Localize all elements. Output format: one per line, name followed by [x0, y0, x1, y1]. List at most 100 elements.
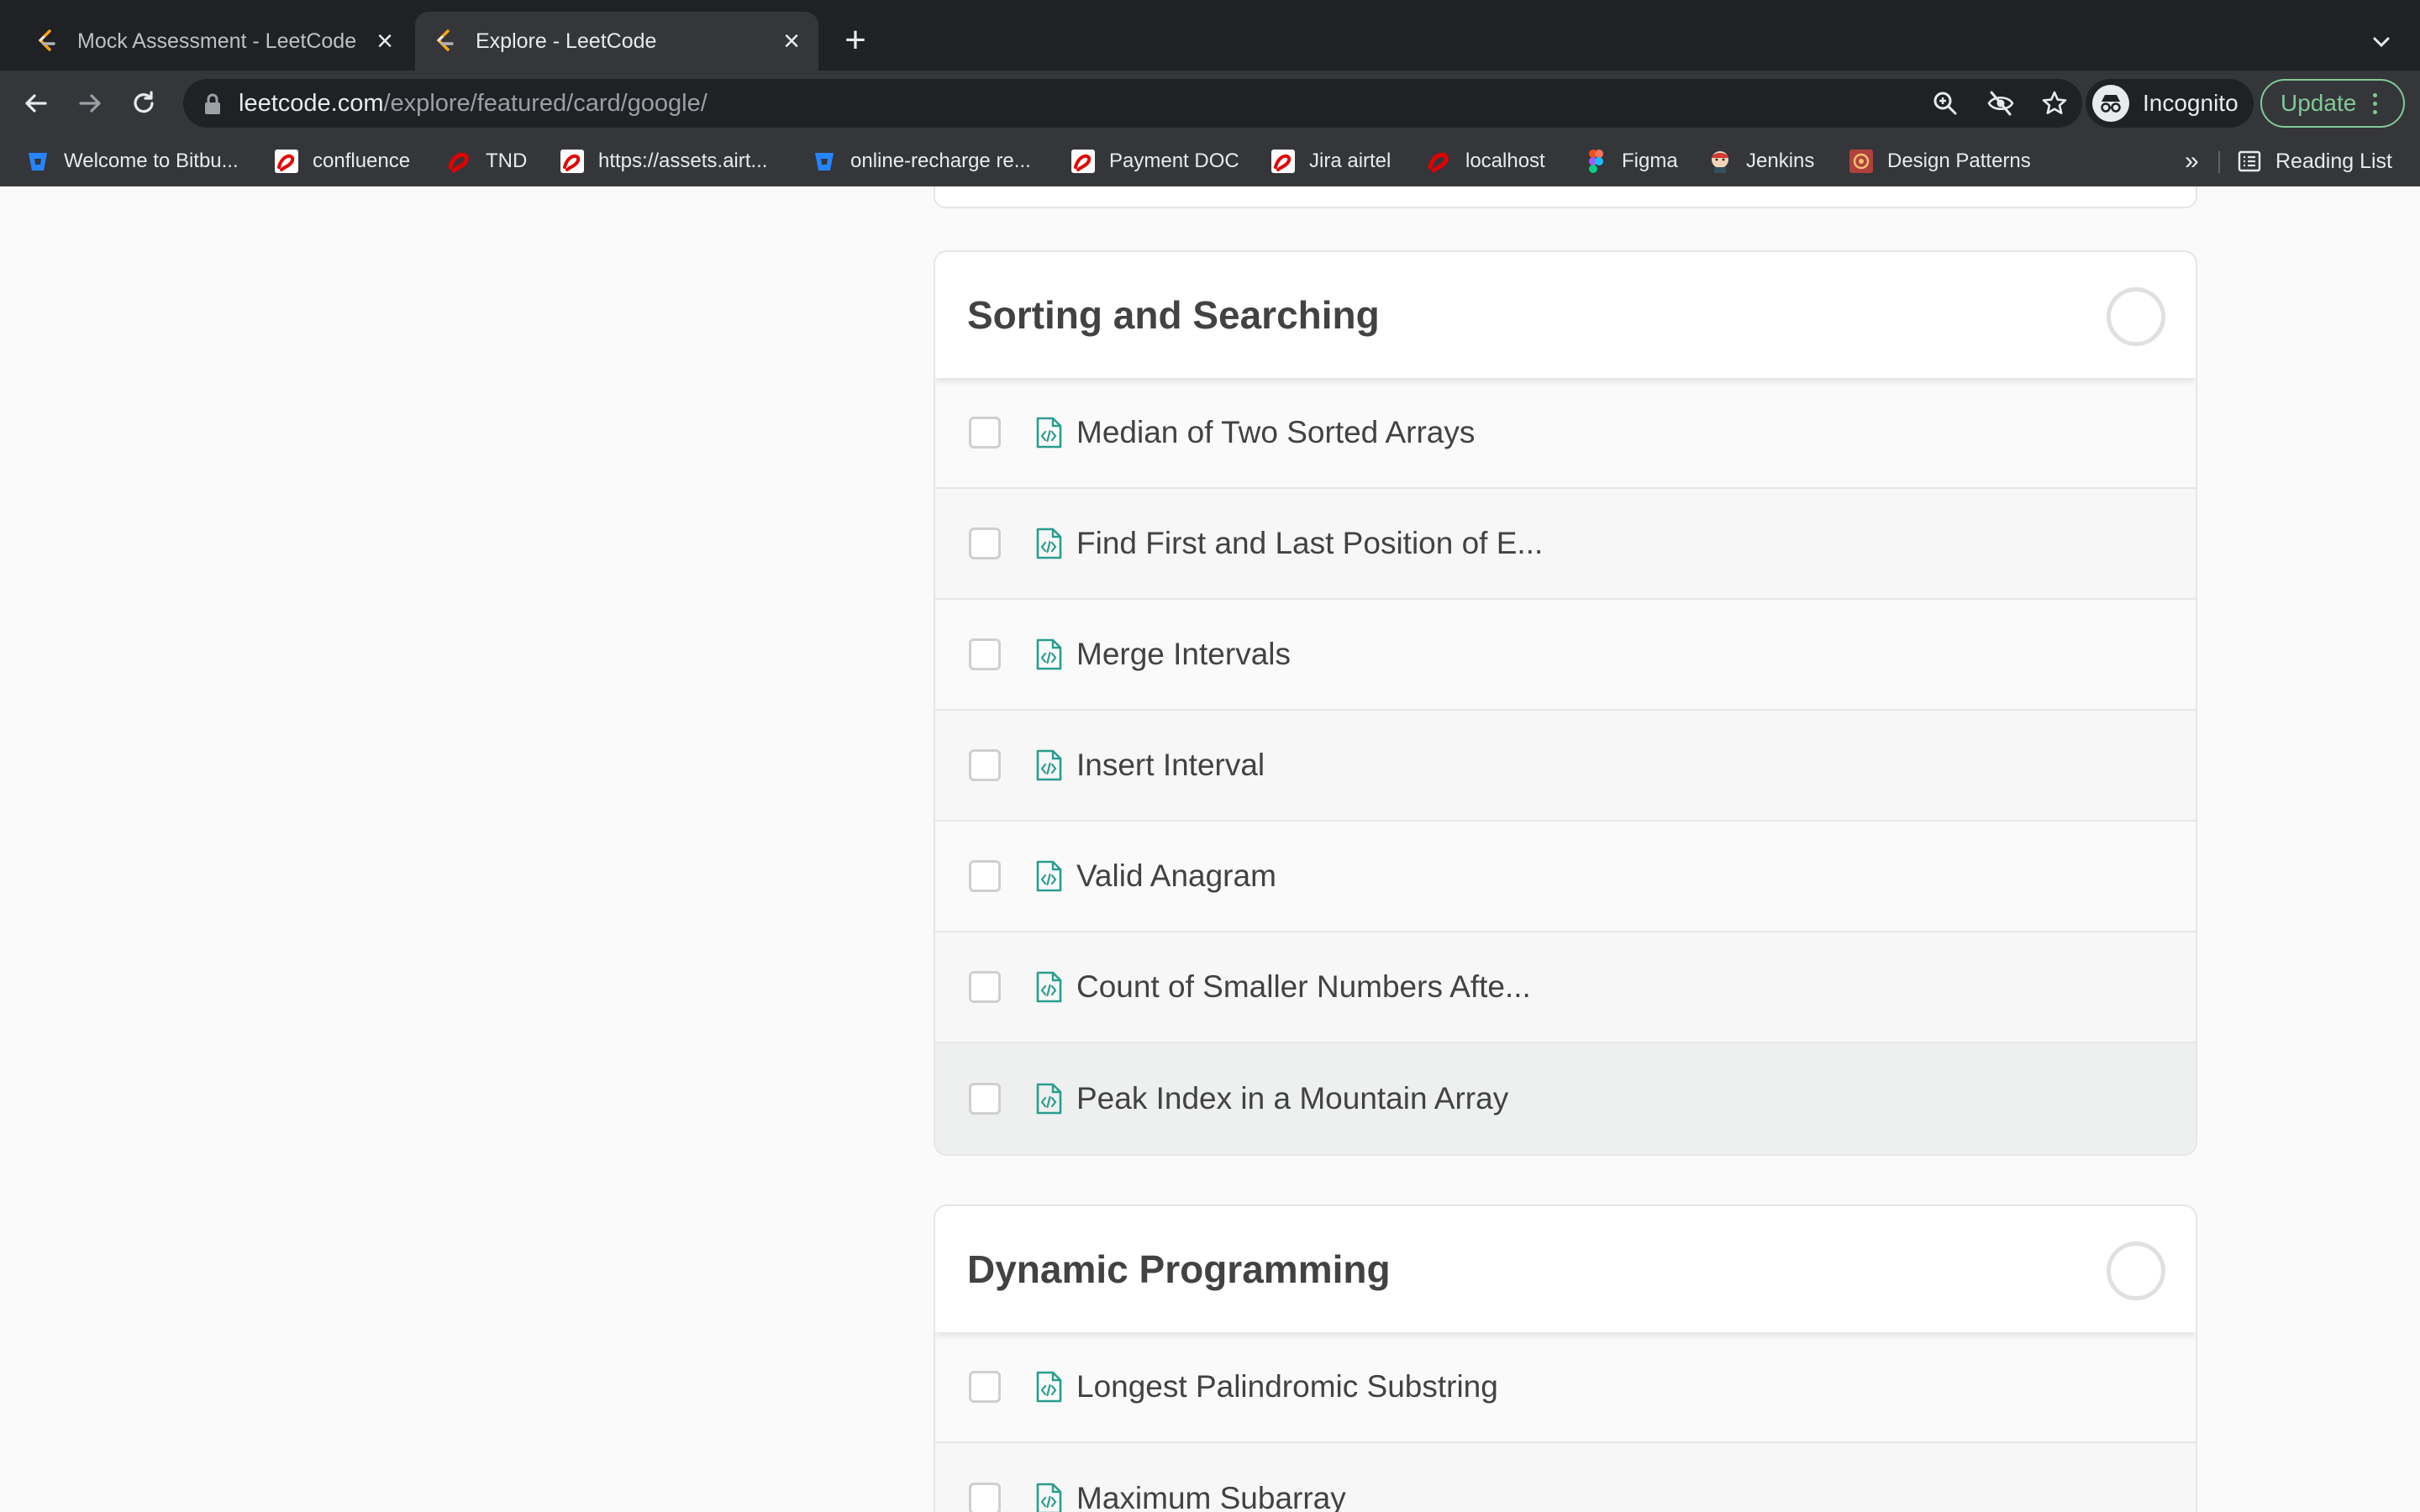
bitbucket-icon — [29, 153, 47, 171]
code-file-icon — [1036, 1083, 1062, 1115]
code-file-icon — [1036, 860, 1062, 892]
forward-button[interactable] — [71, 84, 109, 123]
problem-row[interactable]: Longest Palindromic Substring — [935, 1332, 2196, 1443]
completion-checkbox[interactable] — [969, 749, 1001, 781]
bookmark-item[interactable]: Figma — [1583, 146, 1678, 176]
completion-checkbox[interactable] — [969, 971, 1001, 1003]
new-tab-plus-icon[interactable]: + — [837, 22, 874, 60]
tab-title: Explore - LeetCode — [476, 29, 657, 53]
reading-list-button[interactable]: Reading List — [2237, 146, 2392, 176]
star-icon[interactable] — [2040, 89, 2069, 118]
code-file-icon — [1036, 528, 1062, 559]
incognito-icon — [2092, 85, 2129, 122]
leetcode-icon — [436, 29, 454, 51]
problem-row[interactable]: Merge Intervals — [935, 600, 2196, 711]
incognito-profile-button[interactable]: Incognito — [2086, 79, 2254, 128]
problem-row[interactable]: Valid Anagram — [935, 822, 2196, 932]
airtel-icon — [1271, 150, 1295, 173]
bookmark-item[interactable]: TND — [447, 146, 527, 176]
section-title: Sorting and Searching — [967, 293, 1380, 337]
section-card-dynamic-programming: Dynamic Programming Longest Palindromic … — [934, 1205, 2197, 1512]
airtel-icon — [1428, 152, 1449, 173]
reading-list-icon — [2238, 150, 2261, 172]
bookmark-item[interactable]: Jenkins — [1707, 146, 1814, 176]
problem-title[interactable]: Maximum Subarray — [1076, 1481, 1346, 1512]
problem-title[interactable]: Insert Interval — [1076, 748, 1265, 783]
problem-title[interactable]: Find First and Last Position of E... — [1076, 526, 1543, 561]
figma-icon — [1589, 150, 1603, 173]
code-file-icon — [1036, 1371, 1062, 1403]
bookmarks-bar: Welcome to Bitbu... confluence TND https… — [0, 136, 2420, 186]
completion-checkbox[interactable] — [969, 1483, 1001, 1512]
leetcode-icon — [38, 29, 55, 51]
zoom-icon[interactable] — [1931, 89, 1960, 118]
close-tab-icon[interactable]: × — [368, 24, 402, 58]
more-vert-icon — [2371, 92, 2378, 114]
completion-checkbox[interactable] — [969, 417, 1001, 449]
problem-row[interactable]: Find First and Last Position of E... — [935, 489, 2196, 600]
completion-checkbox[interactable] — [969, 860, 1001, 892]
eye-slash-icon[interactable] — [1986, 89, 2015, 118]
page-viewport[interactable]: Sorting and Searching Median of Two Sort… — [0, 186, 2420, 1512]
bookmark-item[interactable]: Design Patterns — [1849, 146, 2031, 176]
problem-list: Longest Palindromic Substring Maximum Su… — [935, 1332, 2196, 1512]
problem-title[interactable]: Count of Smaller Numbers Afte... — [1076, 969, 1531, 1005]
address-bar[interactable]: leetcode.com/explore/featured/card/googl… — [183, 79, 2082, 128]
code-file-icon — [1036, 417, 1062, 449]
update-button[interactable]: Update — [2260, 79, 2405, 128]
problem-title[interactable]: Merge Intervals — [1076, 637, 1291, 672]
airtel-icon — [1071, 150, 1095, 173]
code-file-icon — [1036, 638, 1062, 670]
url-text[interactable]: leetcode.com/explore/featured/card/googl… — [239, 79, 708, 128]
chevron-down-icon[interactable] — [2365, 25, 2398, 59]
bookmark-item[interactable]: confluence — [274, 146, 410, 176]
problem-row[interactable]: Median of Two Sorted Arrays — [935, 378, 2196, 489]
reload-button[interactable] — [124, 84, 163, 123]
problem-title[interactable]: Valid Anagram — [1076, 858, 1276, 894]
tab-explore[interactable]: Explore - LeetCode × — [415, 12, 818, 71]
airtel-icon — [448, 152, 469, 173]
bookmarks-overflow-button[interactable]: » — [2185, 146, 2199, 176]
browser-toolbar: leetcode.com/explore/featured/card/googl… — [0, 71, 2420, 136]
close-tab-icon[interactable]: × — [775, 24, 808, 58]
back-button[interactable] — [17, 84, 55, 123]
section-card-sorting-and-searching: Sorting and Searching Median of Two Sort… — [934, 250, 2197, 1156]
bookmark-item[interactable]: https://assets.airt... — [560, 146, 767, 176]
completion-checkbox[interactable] — [969, 1083, 1001, 1115]
bookmarks-divider — [2218, 151, 2220, 173]
section-header[interactable]: Dynamic Programming — [935, 1206, 2196, 1332]
section-title: Dynamic Programming — [967, 1247, 1391, 1291]
bookmark-item[interactable]: Jira airtel — [1270, 146, 1391, 176]
completion-checkbox[interactable] — [969, 638, 1001, 670]
jenkins-icon — [1712, 151, 1728, 173]
problem-row[interactable]: Maximum Subarray — [935, 1443, 2196, 1512]
problem-row[interactable]: Peak Index in a Mountain Array — [935, 1043, 2196, 1154]
bookmark-item[interactable]: Payment DOC — [1071, 146, 1239, 176]
completion-checkbox[interactable] — [969, 1371, 1001, 1403]
tab-mock-assessment[interactable]: Mock Assessment - LeetCode × — [17, 12, 412, 71]
problem-title[interactable]: Median of Two Sorted Arrays — [1076, 415, 1475, 450]
bookmark-item[interactable]: online-recharge re... — [812, 146, 1031, 176]
arrow-right-icon — [79, 94, 101, 113]
problem-title[interactable]: Longest Palindromic Substring — [1076, 1369, 1498, 1404]
section-header[interactable]: Sorting and Searching — [935, 252, 2196, 378]
bookmark-item[interactable]: Welcome to Bitbu... — [25, 146, 239, 176]
airtel-icon — [560, 150, 584, 173]
url-path: /explore/featured/card/google/ — [383, 90, 708, 117]
problem-title[interactable]: Peak Index in a Mountain Array — [1076, 1081, 1508, 1116]
bookmark-item[interactable]: localhost — [1427, 146, 1545, 176]
progress-ring-icon — [2107, 1242, 2165, 1300]
update-label: Update — [2281, 90, 2357, 116]
bitbucket-icon — [815, 153, 834, 171]
lock-icon[interactable] — [202, 92, 224, 116]
airtel-icon — [275, 150, 298, 173]
previous-section-card — [934, 186, 2197, 208]
tab-strip: Mock Assessment - LeetCode × Explore - L… — [0, 0, 2420, 71]
problem-list: Median of Two Sorted Arrays Find First a… — [935, 378, 2196, 1154]
tab-title: Mock Assessment - LeetCode — [77, 29, 357, 53]
problem-row[interactable]: Insert Interval — [935, 711, 2196, 822]
completion-checkbox[interactable] — [969, 528, 1001, 559]
problem-row[interactable]: Count of Smaller Numbers Afte... — [935, 932, 2196, 1043]
code-file-icon — [1036, 1483, 1062, 1512]
progress-ring-icon — [2107, 287, 2165, 346]
